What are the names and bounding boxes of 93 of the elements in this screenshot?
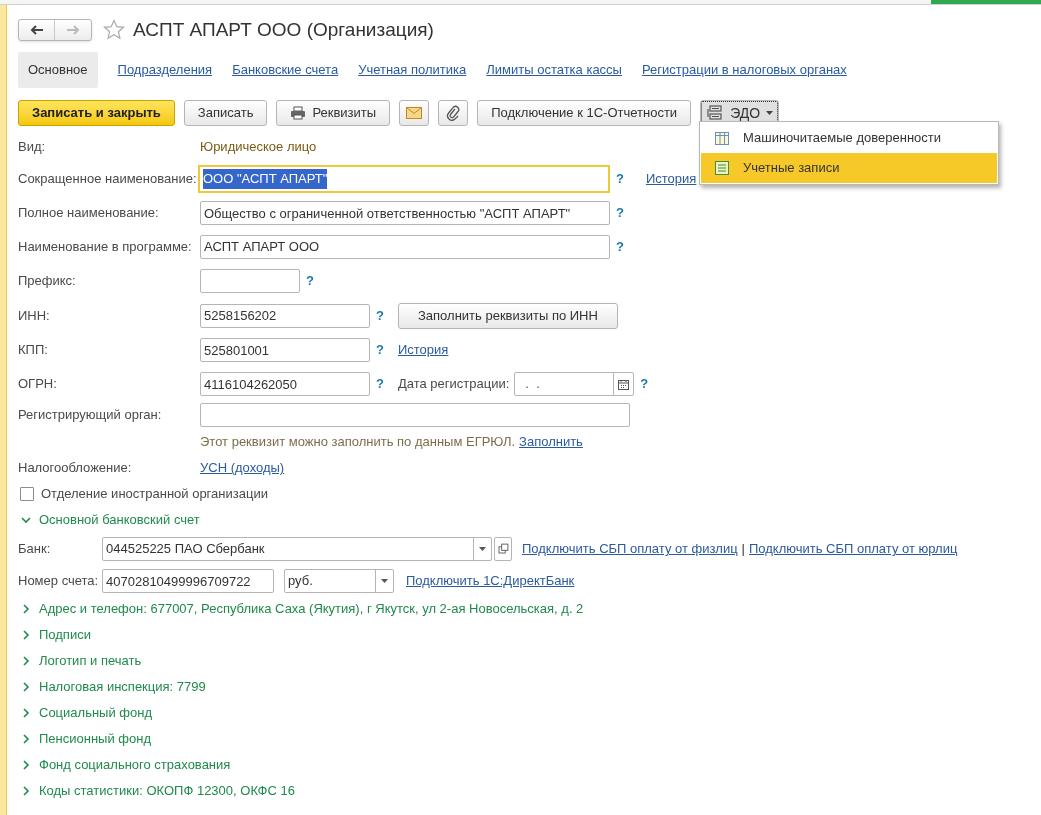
text-field[interactable]: АСПТ АПАРТ ООО [200,234,610,259]
field-label: ИНН: [18,306,51,325]
section-header[interactable]: Налоговая инспекция: 7799 [21,677,206,697]
field-label: Сокращенное наименование: [18,170,198,189]
text-field[interactable]: 5258156202 [200,303,370,328]
details-button[interactable]: Реквизиты [276,100,391,126]
field-label: Полное наименование: [18,204,160,223]
fill-link[interactable]: Заполнить [519,431,583,452]
help-link[interactable]: ? [640,374,649,394]
field-label: Наименование в программе: [18,237,193,256]
field-value: Юридическое лицо [200,138,317,157]
chevron-right-icon [21,734,31,744]
nav-tab[interactable]: Банковские счета [232,52,339,88]
dropdown-icon[interactable] [381,579,388,583]
field-label: КПП: [18,341,49,360]
exchange-icon [706,105,725,121]
star-icon[interactable] [103,19,125,41]
field-label: ОГРН: [18,375,58,394]
checkbox[interactable] [20,487,34,501]
text-field[interactable] [200,402,630,427]
fill-by-inn-button[interactable]: Заполнить реквизиты по ИНН [397,302,618,329]
nav-tab[interactable]: Учетная политика [358,52,467,88]
forward-arrow-icon [66,25,80,35]
help-link[interactable]: ? [306,270,314,291]
sbp-link[interactable]: Подключить СБП оплату от юрлиц [749,539,958,559]
directbank-link[interactable]: Подключить 1С:ДиректБанк [406,571,575,591]
help-link[interactable]: ? [616,203,624,223]
bank-field[interactable]: 044525225 ПАО Сбербанк [102,537,492,561]
chevron-right-icon [21,708,31,718]
menu-item[interactable]: Учетные записи [701,153,997,183]
save-and-close-button[interactable]: Записать и закрыть [18,100,175,126]
document-list-icon [715,161,729,175]
table-icon [715,131,729,145]
caret-icon [766,111,774,115]
back-arrow-icon [29,25,44,35]
menu-item[interactable]: Машиночитаемые доверенности [701,123,997,153]
nav-tab[interactable]: Подразделения [117,52,213,88]
section-header[interactable]: Социальный фонд [21,703,152,723]
hint-text: Этот реквизит можно заполнить по данным ЕГРЮЛ. [200,432,516,451]
calendar-icon[interactable] [618,378,630,390]
checkbox-label: Отделение иностранной организации [41,485,268,504]
nav-tab[interactable]: Регистрации в налоговых органах [641,52,847,88]
attachment-button[interactable] [438,100,469,126]
history-link[interactable]: История [645,169,697,189]
nav-tab[interactable]: Лимиты остатка кассы [486,52,622,88]
mail-button[interactable] [399,100,430,126]
section-header[interactable]: Коды статистики: ОКОПФ 12300, ОКФС 16 [21,781,295,801]
toolbar-button[interactable]: Подключение к 1С-Отчетности [477,100,692,126]
chevron-right-icon [21,604,31,614]
nav-tab[interactable]: Основное [18,52,98,88]
field-label: Дата регистрации: [397,375,510,394]
currency-field[interactable]: руб. [284,569,394,593]
section-header[interactable]: Основной банковский счет [21,509,200,530]
help-link[interactable]: ? [616,236,624,257]
section-header[interactable]: Адрес и телефон: 677007, Республика Саха (Якутия), г Якутск, ул 2-ая Новосельская, д. 2 [21,599,584,619]
chevron-right-icon [21,786,31,796]
field-label: Номер счета: [18,572,100,591]
paperclip-icon [446,105,461,121]
dropdown-icon[interactable] [479,547,486,551]
printer-icon [290,106,307,120]
taxation-link[interactable]: УСН (доходы) [200,458,285,478]
help-link[interactable]: ? [376,374,384,394]
account-field[interactable]: 40702810499996709722 [102,569,274,593]
help-link[interactable]: ? [376,340,384,360]
text-field[interactable] [200,268,300,293]
toolbar-button[interactable]: Записать [183,100,268,126]
text-field[interactable]: 4116104262050 [200,372,370,396]
field-label: Регистрирующий орган: [18,405,163,424]
section-header[interactable]: Фонд социального страхования [21,755,231,775]
chevron-right-icon [21,682,31,692]
chevron-right-icon [21,760,31,770]
open-icon[interactable] [494,537,512,561]
date-field[interactable]: . . [514,372,635,396]
window-title: АСПТ АПАРТ ООО (Организация) [133,17,434,42]
chevron-right-icon [21,656,31,666]
text-field[interactable]: 525801001 [200,338,370,362]
section-header[interactable]: Пенсионный фонд [21,729,151,749]
field-label: Префикс: [18,271,77,290]
link-separator: | [741,540,745,559]
help-link[interactable]: ? [376,305,384,326]
text-field[interactable]: Общество с ограниченной ответственностью "АСПТ АПАРТ" [200,201,610,225]
sbp-link[interactable]: Подключить СБП оплату от физлиц [522,539,738,559]
history-link[interactable]: История [397,340,449,360]
field-label: Банк: [18,540,52,559]
section-header[interactable]: Логотип и печать [21,651,142,671]
section-header[interactable]: Подписи [21,625,91,645]
envelope-icon [406,107,423,119]
text-field[interactable]: ООО "АСПТ АПАРТ" [198,165,610,193]
help-link[interactable]: ? [616,169,624,189]
chevron-down-icon [21,514,31,525]
chevron-right-icon [21,630,31,640]
field-label: Вид: [18,138,47,157]
field-label: Налогообложение: [18,459,133,478]
